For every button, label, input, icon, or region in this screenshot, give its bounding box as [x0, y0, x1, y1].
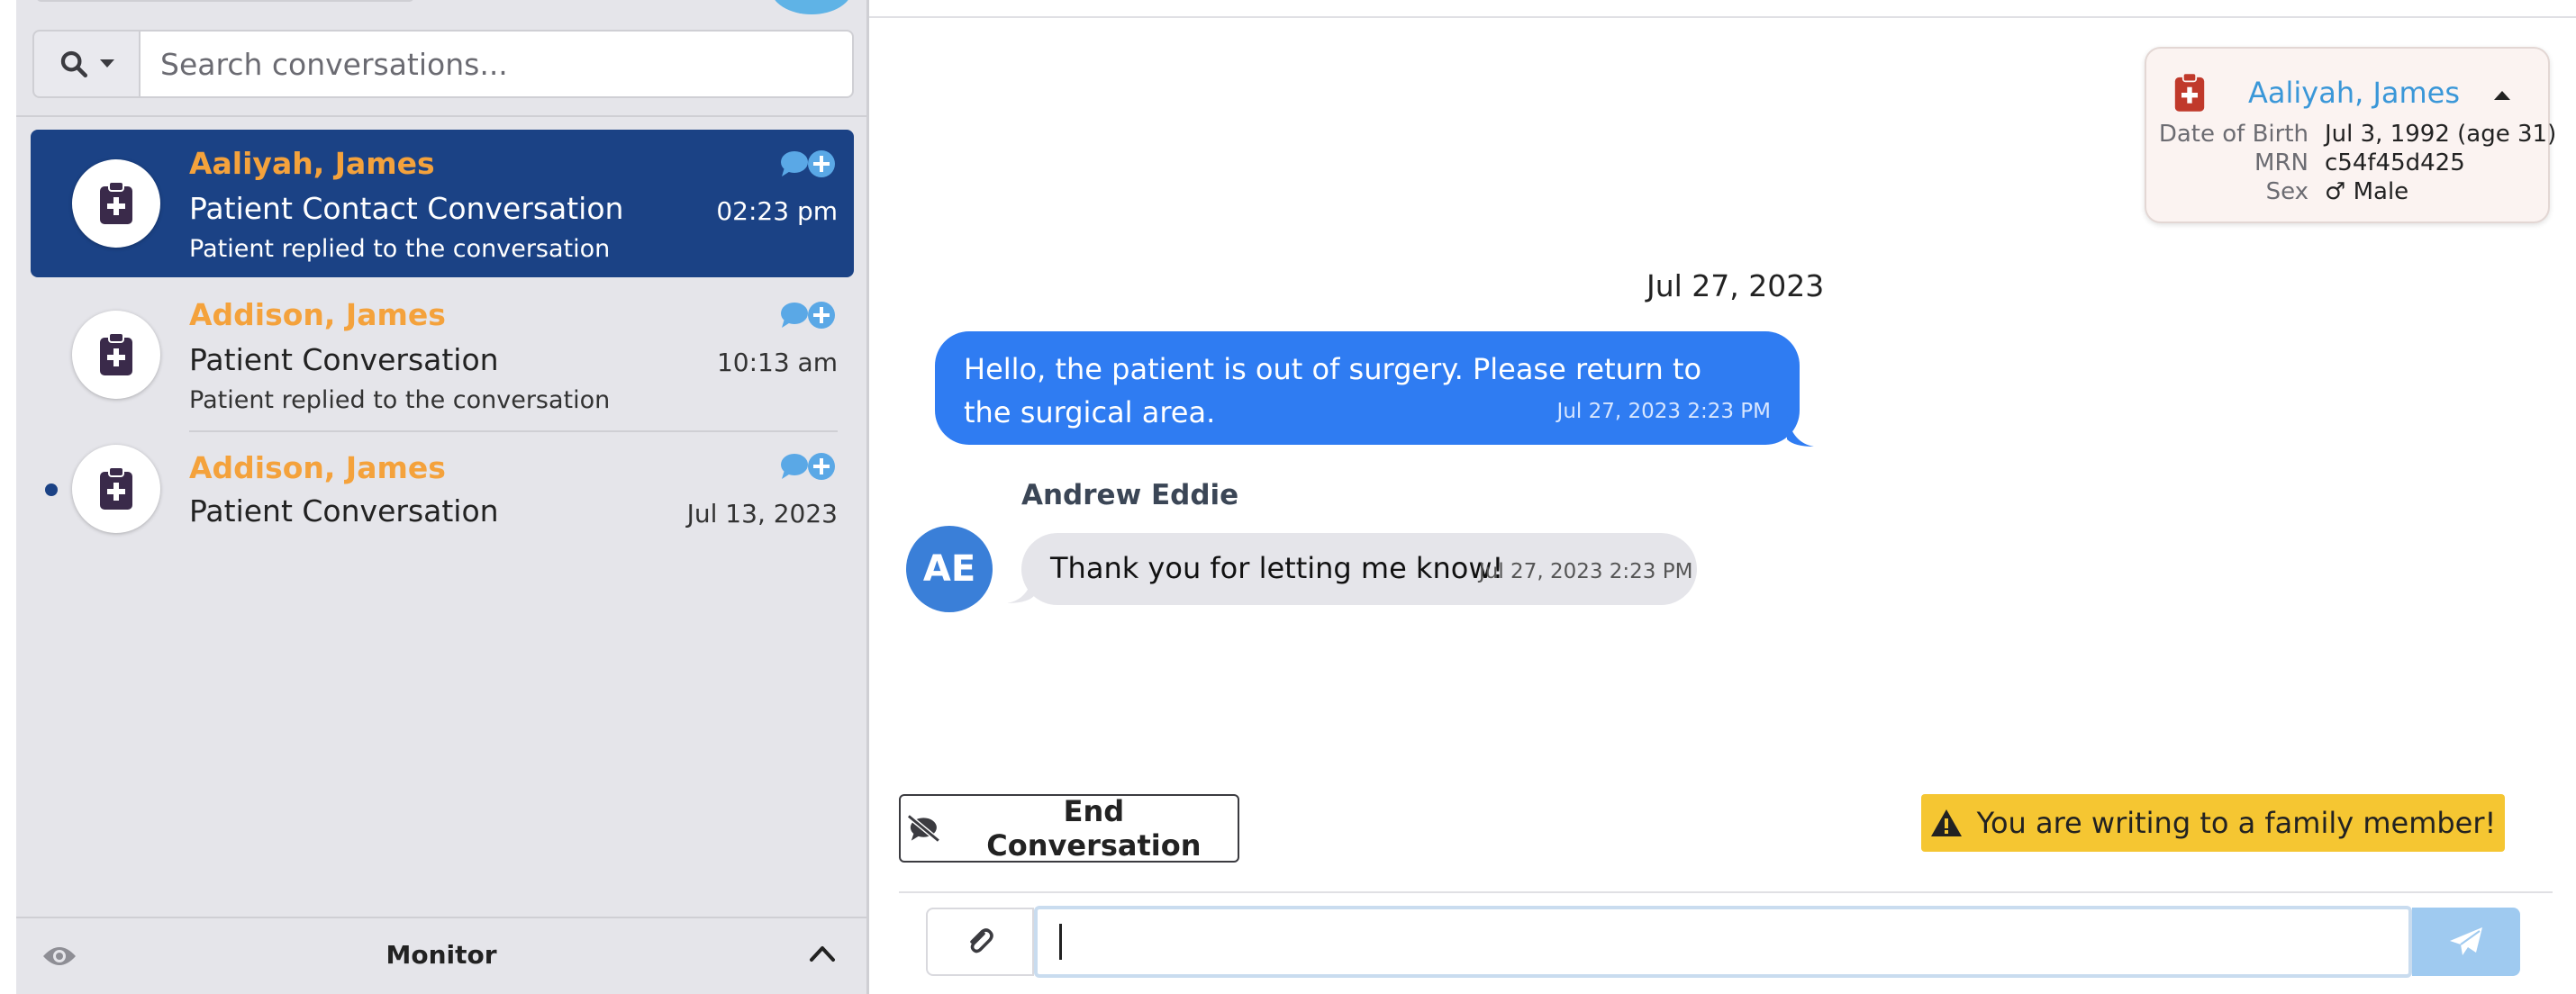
- avatar: [72, 159, 160, 248]
- avatar: AE: [906, 526, 993, 612]
- outgoing-message: Hello, the patient is out of surgery. Pl…: [935, 331, 1800, 445]
- chat-plus-icon[interactable]: [780, 301, 836, 331]
- comment-slash-icon: [907, 814, 940, 843]
- mrn-value: c54f45d425: [2325, 149, 2465, 176]
- warning-triangle-icon: [1930, 809, 1962, 836]
- divider: [899, 891, 2553, 893]
- caret-up-icon[interactable]: [2494, 90, 2510, 101]
- warning-text: You are writing to a family member!: [1976, 806, 2497, 840]
- avatar: [72, 311, 160, 399]
- clipboard-medical-icon: [100, 466, 132, 510]
- conversation-status: Patient replied to the conversation: [189, 386, 611, 414]
- clipboard-medical-icon: [2174, 72, 2205, 112]
- send-button[interactable]: [2412, 908, 2520, 976]
- sex-value: ♂ Male: [2325, 178, 2409, 205]
- top-tab[interactable]: [36, 0, 414, 2]
- dob-value: Jul 3, 1992 (age 31): [2325, 121, 2557, 148]
- paperclip-icon: [970, 928, 993, 953]
- family-member-warning: You are writing to a family member!: [1921, 794, 2505, 852]
- divider: [16, 115, 866, 117]
- end-conversation-label: End Conversation: [986, 794, 1202, 863]
- new-conversation-button[interactable]: [771, 0, 852, 14]
- search-icon: [60, 50, 88, 78]
- conversation-title: Patient Conversation: [189, 493, 499, 529]
- search-bar: [32, 30, 854, 98]
- incoming-message: Thank you for letting me know! Jul 27, 2…: [1021, 533, 1697, 605]
- patient-info-card[interactable]: Aaliyah, James Date of Birth Jul 3, 1992…: [2145, 47, 2556, 223]
- message-timestamp: Jul 27, 2023 2:23 PM: [1556, 400, 1771, 423]
- sender-name: Andrew Eddie: [1021, 479, 1239, 511]
- text-caret: [1059, 924, 1062, 960]
- date-divider: Jul 27, 2023: [1646, 268, 1825, 303]
- clipboard-medical-icon: [100, 181, 132, 224]
- search-input[interactable]: [139, 30, 854, 98]
- sex-label: Sex: [2265, 178, 2308, 205]
- chevron-up-icon[interactable]: [809, 944, 836, 963]
- patient-name[interactable]: Aaliyah, James: [2248, 76, 2460, 110]
- conversation-time: 10:13 am: [716, 348, 838, 377]
- chat-plus-icon[interactable]: [780, 452, 836, 483]
- monitor-label: Monitor: [385, 940, 497, 970]
- conversation-time: Jul 13, 2023: [686, 499, 838, 529]
- header-divider: [869, 16, 2576, 18]
- message-timestamp: Jul 27, 2023 2:23 PM: [1479, 560, 1693, 583]
- conversation-time: 02:23 pm: [716, 196, 838, 226]
- mrn-label: MRN: [2254, 149, 2308, 176]
- search-filter-button[interactable]: [32, 30, 139, 98]
- contact-name: Addison, James: [189, 450, 446, 485]
- avatar: [72, 445, 160, 533]
- message-text: Thank you for letting me know!: [1050, 551, 1504, 585]
- conversation-sidebar: Aaliyah, James Patient Contact Conversat…: [16, 0, 869, 994]
- conversation-status: Patient replied to the conversation: [189, 235, 611, 263]
- clipboard-medical-icon: [100, 332, 132, 375]
- conversation-title: Patient Contact Conversation: [189, 191, 624, 226]
- contact-name: Addison, James: [189, 297, 446, 332]
- caret-down-icon: [100, 59, 114, 68]
- attach-button[interactable]: [926, 908, 1034, 976]
- conversation-item[interactable]: Addison, James Patient Conversation Jul …: [31, 432, 854, 540]
- contact-name: Aaliyah, James: [189, 146, 435, 181]
- conversation-item[interactable]: Addison, James Patient Conversation 10:1…: [31, 281, 854, 429]
- conversation-title: Patient Conversation: [189, 342, 499, 377]
- send-icon: [2450, 927, 2482, 955]
- chat-plus-icon[interactable]: [780, 149, 836, 180]
- end-conversation-button[interactable]: End Conversation: [899, 794, 1239, 863]
- bubble-tail: [1787, 416, 1814, 447]
- conversation-item[interactable]: Aaliyah, James Patient Contact Conversat…: [31, 130, 854, 277]
- dob-label: Date of Birth: [2158, 121, 2308, 148]
- message-input[interactable]: [1034, 906, 2412, 978]
- monitor-bar[interactable]: Monitor: [16, 917, 866, 994]
